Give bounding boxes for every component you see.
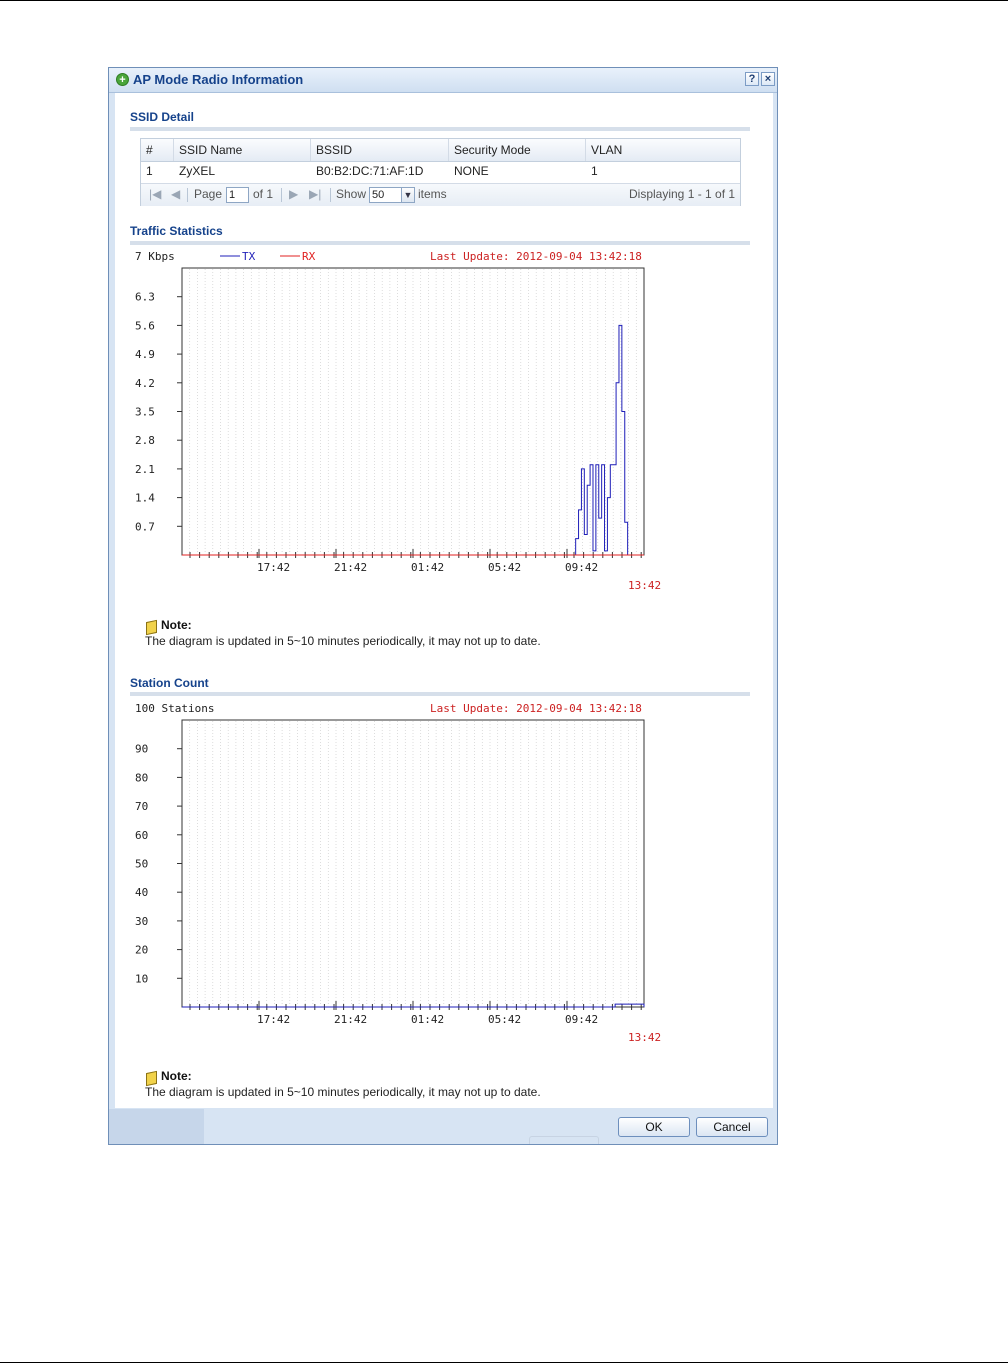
y-tick-label: 50 [135,858,148,871]
page-label: Page [194,187,223,201]
station-chart: 90 80 70 60 50 40 30 20 10 100 Stations Last Updat… [135,702,661,1044]
traffic-statistics-rule [130,241,750,245]
help-button[interactable]: ? [745,72,759,86]
y-axis-label: 100 Stations [135,702,214,715]
y-tick-label: 3.5 [135,406,155,419]
close-button[interactable]: × [761,72,775,86]
x-last-label: 13:42 [628,579,661,592]
col-index[interactable]: # [141,139,174,161]
page-number-input[interactable]: 1 [226,187,249,203]
y-tick-label: 1.4 [135,492,155,505]
x-tick-label: 05:42 [488,1013,521,1026]
y-tick-label: 30 [135,915,148,928]
background-button-outline [529,1136,599,1144]
y-tick-label: 2.1 [135,463,155,476]
x-tick-label: 21:42 [334,1013,367,1026]
dialog-body: SSID Detail # SSID Name BSSID Security M… [115,93,773,1108]
x-last-label: 13:42 [628,1031,661,1044]
y-tick-label: 4.2 [135,377,155,390]
col-ssid-name[interactable]: SSID Name [174,139,311,161]
y-tick-label: 80 [135,771,148,784]
y-tick-label: 60 [135,829,148,842]
x-tick-label: 17:42 [257,561,290,574]
ssid-table: # SSID Name BSSID Security Mode VLAN 1 Z… [140,138,741,206]
ap-mode-radio-dialog: + AP Mode Radio Information ? × SSID Det… [108,67,778,1145]
col-security-mode[interactable]: Security Mode [449,139,586,161]
page-size-select[interactable]: 50 [369,187,403,203]
ssid-detail-title: SSID Detail [130,110,195,124]
cell-vlan: 1 [591,164,598,178]
x-tick-label: 09:42 [565,1013,598,1026]
y-tick-label: 0.7 [135,520,155,533]
cell-ssid-name: ZyXEL [179,164,216,178]
next-page-icon[interactable]: ▶ [289,187,298,201]
col-bssid[interactable]: BSSID [311,139,449,161]
station-count-rule [130,692,750,696]
page-of-label: of 1 [253,187,274,201]
y-tick-label: 90 [135,743,148,756]
pager-separator [330,188,331,202]
legend-rx: RX [302,250,316,263]
cell-index: 1 [146,164,153,178]
plus-icon: + [116,73,129,86]
y-axis-label: 7 Kbps [135,250,175,263]
chevron-down-icon[interactable]: ▼ [401,187,415,203]
last-update-label: Last Update: 2012-09-04 13:42:18 [430,702,642,715]
cancel-button[interactable]: Cancel [696,1117,768,1137]
pager-toolbar: |◀ ◀ Page 1 of 1 ▶ ▶| Show 50 ▼ items Di… [141,183,740,206]
ok-button[interactable]: OK [618,1117,690,1137]
legend-tx: TX [242,250,256,263]
y-tick-label: 70 [135,800,148,813]
y-tick-label: 10 [135,972,148,985]
note-icon [146,1070,157,1087]
x-tick-label: 01:42 [411,1013,444,1026]
y-tick-label: 2.8 [135,434,155,447]
y-tick-label: 6.3 [135,291,155,304]
ssid-detail-rule [130,127,750,131]
ssid-table-header: # SSID Name BSSID Security Mode VLAN [141,139,740,162]
x-tick-label: 21:42 [334,561,367,574]
first-page-icon[interactable]: |◀ [149,187,161,201]
show-label: Show [336,187,367,201]
traffic-chart: 6.3 5.6 4.9 4.2 3.5 2.8 2.1 1.4 0.7 7 Kbps Last Up… [135,250,661,592]
y-tick-label: 20 [135,944,148,957]
dialog-titlebar[interactable]: + AP Mode Radio Information ? × [109,68,777,93]
footer-left-panel [109,1109,204,1144]
last-page-icon[interactable]: ▶| [309,187,321,201]
station-note-title: Note: [161,1069,192,1083]
items-label: items [418,187,447,201]
cell-security-mode: NONE [454,164,489,178]
pager-separator [281,188,282,202]
last-update-label: Last Update: 2012-09-04 13:42:18 [430,250,642,263]
page-bottom-rule [0,1362,1008,1363]
table-row[interactable]: 1 ZyXEL B0:B2:DC:71:AF:1D NONE 1 [141,162,740,182]
y-tick-label: 40 [135,886,148,899]
traffic-note-text: The diagram is updated in 5~10 minutes p… [145,634,541,648]
displaying-count: Displaying 1 - 1 of 1 [629,187,736,201]
y-tick-label: 4.9 [135,348,155,361]
x-tick-label: 05:42 [488,561,521,574]
y-tick-label: 5.6 [135,319,155,332]
traffic-statistics-title: Traffic Statistics [130,224,223,238]
station-count-title: Station Count [130,676,209,690]
x-tick-label: 01:42 [411,561,444,574]
station-note-text: The diagram is updated in 5~10 minutes p… [145,1085,541,1099]
x-tick-label: 17:42 [257,1013,290,1026]
traffic-note-title: Note: [161,618,192,632]
page-top-rule [0,0,1008,1]
prev-page-icon[interactable]: ◀ [171,187,180,201]
dialog-title: AP Mode Radio Information [133,72,304,87]
cell-bssid: B0:B2:DC:71:AF:1D [316,164,424,178]
col-vlan[interactable]: VLAN [586,139,740,161]
pager-separator [187,188,188,202]
note-icon [146,619,157,636]
x-tick-label: 09:42 [565,561,598,574]
